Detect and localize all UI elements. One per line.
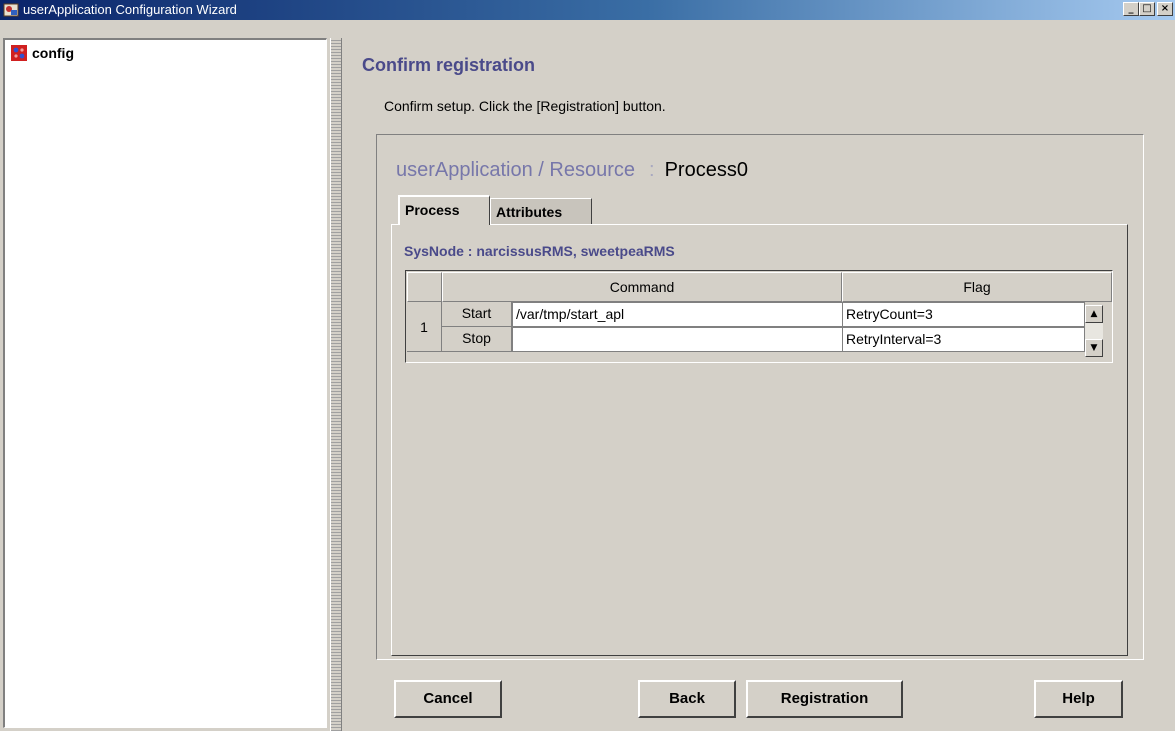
config-node-icon [11,45,27,61]
row-index: 1 [407,302,442,352]
scroll-up-icon[interactable]: ▲ [1085,305,1103,323]
flag-cell-1[interactable]: RetryCount=3 [842,302,1085,327]
config-tree[interactable]: config [3,38,327,728]
sysnode-label: SysNode : narcissusRMS, sweetpeaRMS [404,243,675,259]
stop-label: Stop [442,327,512,352]
panel-splitter[interactable] [330,38,342,731]
instruction-text: Confirm setup. Click the [Registration] … [384,98,666,114]
help-button[interactable]: Help [1034,680,1123,718]
flag-cell-2[interactable]: RetryInterval=3 [842,327,1085,352]
index-header [407,272,442,302]
registration-button[interactable]: Registration [746,680,903,718]
app-icon [3,3,19,17]
resource-label: userApplication / Resource [396,159,636,181]
scroll-down-icon[interactable]: ▼ [1085,339,1103,357]
title-bar: userApplication Configuration Wizard _ □… [0,0,1175,20]
maximize-button[interactable]: □ [1139,2,1155,16]
window-title: userApplication Configuration Wizard [23,2,237,17]
tree-item-label: config [32,45,74,61]
page-title: Confirm registration [362,55,536,75]
flag-header: Flag [842,272,1112,302]
start-command-cell[interactable]: /var/tmp/start_apl [512,302,843,327]
close-button[interactable]: × [1157,2,1173,16]
tab-process[interactable]: Process [398,195,490,225]
flag-scrollbar[interactable]: ▲ ▼ [1085,305,1103,357]
tree-item-config[interactable]: config [11,45,74,61]
resource-separator: : [649,159,655,181]
stop-command-cell[interactable] [512,327,843,352]
minimize-button[interactable]: _ [1123,2,1139,16]
tab-attributes[interactable]: Attributes [490,198,592,224]
command-header: Command [442,272,842,302]
cancel-button[interactable]: Cancel [394,680,502,718]
resource-line: userApplication / Resource: Process0 [396,159,748,182]
start-label: Start [442,302,512,327]
process-table: Command Flag 1 Start /var/tmp/start_apl … [405,270,1113,363]
back-button[interactable]: Back [638,680,736,718]
resource-value: Process0 [664,159,748,181]
